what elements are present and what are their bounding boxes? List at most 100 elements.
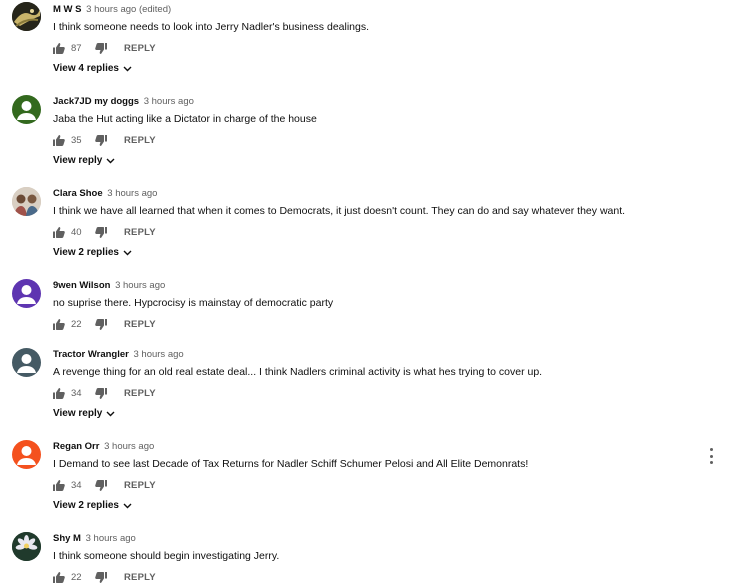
like-button[interactable] <box>53 571 65 583</box>
like-button[interactable] <box>53 387 65 399</box>
author-name[interactable]: Shy M <box>53 533 81 544</box>
flower-photo-avatar-icon <box>12 532 41 561</box>
comment-meta: M W S 3 hours ago (edited) <box>53 4 171 16</box>
avatar[interactable] <box>12 532 41 561</box>
orange-default-avatar-icon <box>17 446 36 465</box>
timestamp[interactable]: 3 hours ago <box>144 96 194 107</box>
reply-button[interactable]: REPLY <box>124 135 156 146</box>
like-count: 87 <box>71 42 82 54</box>
gray-default-avatar-icon <box>17 354 36 373</box>
thumbs-up-icon <box>53 571 65 583</box>
comment-actions: 22 REPLY <box>53 317 156 331</box>
view-replies-button[interactable]: View reply <box>53 155 115 166</box>
reply-button[interactable]: REPLY <box>124 227 156 238</box>
view-replies-label: View 4 replies <box>53 63 119 74</box>
reply-button[interactable]: REPLY <box>124 319 156 330</box>
author-name[interactable]: Jack7JD my doggs <box>53 96 139 107</box>
view-replies-button[interactable]: View 4 replies <box>53 63 132 74</box>
purple-default-avatar-icon <box>17 285 36 304</box>
reply-button[interactable]: REPLY <box>124 388 156 399</box>
like-count: 40 <box>71 226 82 238</box>
like-button[interactable] <box>53 318 65 330</box>
author-name[interactable]: Clara Shoe <box>53 188 103 199</box>
author-name[interactable]: M W S <box>53 4 82 15</box>
thumbs-up-icon <box>53 134 65 146</box>
timestamp[interactable]: 3 hours ago <box>115 280 165 291</box>
timestamp[interactable]: 3 hours ago <box>134 349 184 360</box>
avatar[interactable] <box>12 348 41 377</box>
comment-actions: 35 REPLY <box>53 133 156 147</box>
timestamp[interactable]: 3 hours ago <box>104 441 154 452</box>
like-count: 34 <box>71 387 82 399</box>
reply-button[interactable]: REPLY <box>124 572 156 583</box>
comment-text: no suprise there. Hypcrocisy is mainstay… <box>53 297 334 309</box>
thumbs-down-icon <box>95 42 107 54</box>
comment-meta: 9wen Wilson 3 hours ago <box>53 280 165 292</box>
comment-meta: Regan Orr 3 hours ago <box>53 441 154 453</box>
timestamp[interactable]: 3 hours ago <box>107 188 157 199</box>
view-replies-label: View 2 replies <box>53 247 119 258</box>
dislike-button[interactable] <box>95 318 107 330</box>
dislike-button[interactable] <box>95 134 107 146</box>
chevron-down-icon <box>123 503 132 509</box>
view-replies-button[interactable]: View 2 replies <box>53 247 132 258</box>
thumbs-down-icon <box>95 318 107 330</box>
avatar[interactable] <box>12 95 41 124</box>
comment-actions: 40 REPLY <box>53 225 156 239</box>
timestamp[interactable]: 3 hours ago <box>86 533 136 544</box>
thumbs-down-icon <box>95 226 107 238</box>
thumbs-down-icon <box>95 479 107 491</box>
avatar[interactable] <box>12 187 41 216</box>
comment-text: A revenge thing for an old real estate d… <box>53 366 543 378</box>
reply-button[interactable]: REPLY <box>124 43 156 54</box>
comment-actions: 34 REPLY <box>53 478 156 492</box>
dot <box>709 448 713 451</box>
photo-avatar-icon <box>12 187 41 216</box>
like-button[interactable] <box>53 42 65 54</box>
thumbs-up-icon <box>53 318 65 330</box>
thumbs-up-icon <box>53 42 65 54</box>
chevron-down-icon <box>106 411 115 417</box>
avatar[interactable] <box>12 279 41 308</box>
chevron-down-icon <box>106 158 115 164</box>
thumbs-down-icon <box>95 387 107 399</box>
view-replies-label: View reply <box>53 408 103 419</box>
view-replies-button[interactable]: View reply <box>53 408 115 419</box>
like-button[interactable] <box>53 226 65 238</box>
dislike-button[interactable] <box>95 387 107 399</box>
view-replies-button[interactable]: View 2 replies <box>53 500 132 511</box>
comment-text: I think someone needs to look into Jerry… <box>53 21 370 33</box>
thumbs-up-icon <box>53 387 65 399</box>
like-button[interactable] <box>53 134 65 146</box>
avatar[interactable] <box>12 440 41 469</box>
night-scene-avatar-icon <box>12 2 41 31</box>
reply-button[interactable]: REPLY <box>124 480 156 491</box>
comment-actions: 34 REPLY <box>53 386 156 400</box>
avatar[interactable] <box>12 2 41 31</box>
comment-meta: Tractor Wrangler 3 hours ago <box>53 349 184 361</box>
like-button[interactable] <box>53 479 65 491</box>
comment-actions: 22 REPLY <box>53 570 156 584</box>
more-actions-menu[interactable] <box>706 448 716 464</box>
dislike-button[interactable] <box>95 226 107 238</box>
comment-text: I Demand to see last Decade of Tax Retur… <box>53 458 529 470</box>
thumbs-up-icon <box>53 479 65 491</box>
comment-text: I think someone should begin investigati… <box>53 550 280 562</box>
comment-actions: 87 REPLY <box>53 41 156 55</box>
dislike-button[interactable] <box>95 571 107 583</box>
author-name[interactable]: Tractor Wrangler <box>53 349 129 360</box>
view-replies-label: View reply <box>53 155 103 166</box>
author-name[interactable]: 9wen Wilson <box>53 280 110 291</box>
dislike-button[interactable] <box>95 479 107 491</box>
like-count: 22 <box>71 318 82 330</box>
like-count: 34 <box>71 479 82 491</box>
view-replies-label: View 2 replies <box>53 500 119 511</box>
comment-meta: Shy M 3 hours ago <box>53 533 136 545</box>
dislike-button[interactable] <box>95 42 107 54</box>
dot <box>709 461 713 464</box>
author-name[interactable]: Regan Orr <box>53 441 99 452</box>
like-count: 22 <box>71 571 82 583</box>
chevron-down-icon <box>123 66 132 72</box>
timestamp[interactable]: 3 hours ago (edited) <box>86 4 171 15</box>
like-count: 35 <box>71 134 82 146</box>
